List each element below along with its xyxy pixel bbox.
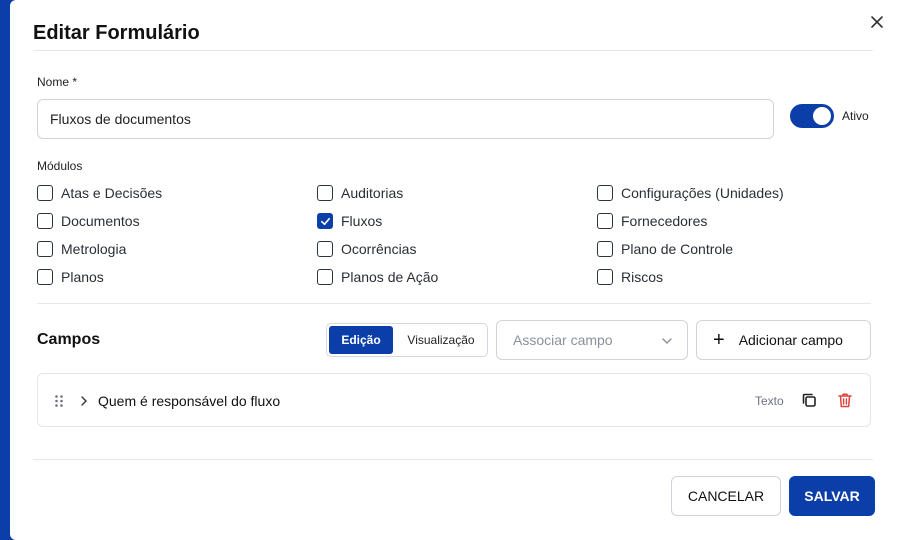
checkbox-checked[interactable] (317, 213, 333, 229)
active-toggle[interactable] (790, 104, 834, 128)
toggle-knob (813, 107, 831, 125)
associate-field-placeholder: Associar campo (513, 332, 613, 348)
field-name: Quem é responsável do fluxo (98, 393, 281, 409)
name-input[interactable] (37, 99, 774, 139)
edit-form-modal: Editar Formulário Nome * Ativo Módulos A… (10, 0, 899, 540)
drag-handle-icon[interactable] (54, 394, 64, 408)
save-button[interactable]: SALVAR (789, 476, 875, 516)
module-label: Planos (61, 269, 104, 285)
module-label: Ocorrências (341, 241, 417, 257)
field-type-badge: Texto (755, 394, 784, 408)
checkbox[interactable] (597, 213, 613, 229)
header-divider (33, 50, 873, 51)
fields-title: Campos (37, 331, 101, 348)
module-checkbox-riscos[interactable]: Riscos (597, 268, 877, 286)
checkbox[interactable] (317, 241, 333, 257)
copy-icon[interactable] (800, 391, 818, 409)
tab-edit[interactable]: Edição (329, 326, 393, 354)
chevron-down-icon (662, 338, 672, 344)
checkbox[interactable] (37, 269, 53, 285)
module-checkbox-ocorrencias[interactable]: Ocorrências (317, 240, 597, 258)
check-icon (320, 217, 330, 225)
plus-icon: + (713, 329, 725, 351)
add-field-button[interactable]: + Adicionar campo (696, 320, 871, 360)
checkbox[interactable] (597, 241, 613, 257)
module-checkbox-atas[interactable]: Atas e Decisões (37, 184, 317, 202)
module-checkbox-planos-acao[interactable]: Planos de Ação (317, 268, 597, 286)
module-checkbox-auditorias[interactable]: Auditorias (317, 184, 597, 202)
checkbox[interactable] (37, 213, 53, 229)
module-checkbox-configuracoes[interactable]: Configurações (Unidades) (597, 184, 877, 202)
module-label: Metrologia (61, 241, 127, 257)
modules-label: Módulos (37, 159, 83, 173)
chevron-right-icon[interactable] (78, 394, 90, 408)
module-checkbox-fornecedores[interactable]: Fornecedores (597, 212, 877, 230)
module-checkbox-planos[interactable]: Planos (37, 268, 317, 286)
add-field-label: Adicionar campo (738, 332, 843, 348)
field-row: Quem é responsável do fluxo Texto (37, 373, 871, 427)
module-checkbox-plano-controle[interactable]: Plano de Controle (597, 240, 877, 258)
checkbox[interactable] (37, 185, 53, 201)
checkbox[interactable] (597, 185, 613, 201)
module-label: Fornecedores (621, 213, 708, 229)
module-label: Documentos (61, 213, 140, 229)
name-label: Nome * (37, 75, 78, 89)
checkbox[interactable] (317, 269, 333, 285)
tab-view[interactable]: Visualização (395, 324, 487, 356)
cancel-button[interactable]: CANCELAR (671, 476, 781, 516)
module-checkbox-metrologia[interactable]: Metrologia (37, 240, 317, 258)
footer-divider (33, 459, 873, 460)
checkbox[interactable] (317, 185, 333, 201)
checkbox[interactable] (37, 241, 53, 257)
module-label: Planos de Ação (341, 269, 439, 285)
modules-divider (37, 303, 871, 304)
checkbox[interactable] (597, 269, 613, 285)
associate-field-select[interactable]: Associar campo (496, 320, 688, 360)
module-checkbox-documentos[interactable]: Documentos (37, 212, 317, 230)
module-label: Auditorias (341, 185, 404, 201)
module-checkbox-fluxos[interactable]: Fluxos (317, 212, 597, 230)
module-label: Fluxos (341, 213, 383, 229)
mode-tabs: Edição Visualização (326, 323, 488, 357)
trash-icon[interactable] (836, 391, 854, 409)
module-label: Atas e Decisões (61, 185, 163, 201)
module-label: Configurações (Unidades) (621, 185, 784, 201)
close-icon[interactable] (868, 13, 886, 31)
modules-grid: Atas e Decisões Auditorias Configurações… (37, 184, 877, 286)
active-toggle-label: Ativo (842, 109, 869, 123)
module-label: Riscos (621, 269, 664, 285)
module-label: Plano de Controle (621, 241, 734, 257)
modal-title: Editar Formulário (33, 22, 200, 44)
